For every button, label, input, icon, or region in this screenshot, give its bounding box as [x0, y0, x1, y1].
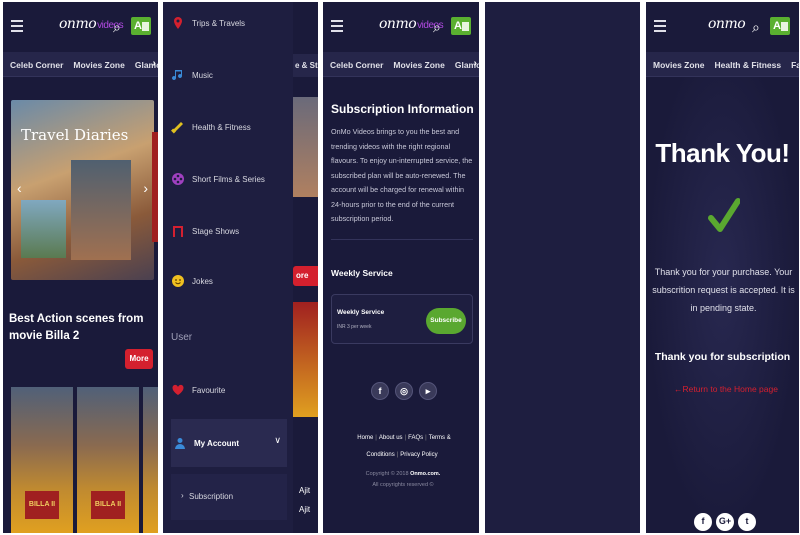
subscribe-button[interactable]: Subscribe: [426, 308, 466, 334]
facebook-icon[interactable]: f: [371, 382, 389, 400]
side-menu: Trips & Travels Music Health & Fitness S…: [163, 2, 293, 533]
chevron-right-icon[interactable]: ›: [153, 58, 156, 69]
category-tabs: Celeb CornerMovies ZoneGlamour & St ›: [323, 52, 479, 77]
chevron-right-icon[interactable]: ›: [474, 58, 477, 69]
tab-celeb-corner[interactable]: Celeb Corner: [3, 52, 66, 70]
tab-movies-zone[interactable]: Movies Zone: [66, 52, 127, 70]
next-card-peek: [152, 132, 158, 242]
return-home-link[interactable]: ←Return to the Home page: [674, 384, 778, 394]
movie-poster[interactable]: BILLA II: [11, 387, 73, 533]
carousel-prev-icon[interactable]: ‹: [17, 180, 22, 196]
video-title[interactable]: Best Action scenes from movie Billa 2: [9, 311, 154, 345]
music-note-icon: [171, 68, 185, 82]
google-plus-icon[interactable]: G+: [716, 513, 734, 531]
search-icon[interactable]: ⌕: [113, 19, 121, 36]
confirmation-subtitle: Thank you for subscription: [654, 351, 791, 363]
menu-item-short-films[interactable]: Short Films & Series: [171, 172, 265, 186]
blank-screen: [485, 2, 640, 533]
section-heading: Weekly Service: [331, 268, 393, 278]
carousel-thumbnail: [21, 200, 66, 258]
screenshot-collage: onmovideos ⌕ A Celeb Corner Movies Zone Gl…: [0, 0, 800, 535]
hamburger-menu-icon[interactable]: [11, 20, 23, 32]
poster-title-peek: Ajit: [299, 505, 311, 514]
plan-card: Weekly Service INR 3 per week Subscribe: [331, 294, 473, 344]
hamburger-menu-icon[interactable]: [331, 20, 343, 32]
menu-item-health[interactable]: Health & Fitness: [171, 120, 251, 134]
menu-item-jokes[interactable]: Jokes: [171, 274, 213, 288]
footer-link-home[interactable]: Home: [357, 435, 373, 441]
pin-icon: [171, 16, 185, 30]
user-icon: [173, 436, 187, 450]
page-title: Thank You!: [655, 138, 790, 168]
underlying-page-peek: e & St ore Ajit Ajit: [293, 2, 318, 533]
search-icon[interactable]: ⌕: [752, 19, 760, 36]
more-button[interactable]: More: [125, 349, 153, 369]
language-toggle[interactable]: A: [451, 17, 471, 35]
subscription-description: OnMo Videos brings to you the best and t…: [331, 127, 473, 223]
twitter-icon[interactable]: t: [738, 513, 756, 531]
menu-item-music[interactable]: Music: [171, 68, 213, 82]
divider: [331, 239, 473, 240]
social-links: f G+ t: [694, 513, 756, 531]
stage-icon: [171, 224, 185, 238]
instagram-icon[interactable]: ◎: [395, 382, 413, 400]
tab-movies-zone[interactable]: Movies Zone: [386, 52, 447, 70]
thank-you-screen: onmo ⌕ A Movies ZoneHealth & FitnessFait…: [646, 2, 799, 533]
language-toggle[interactable]: A: [131, 17, 151, 35]
menu-item-my-account[interactable]: My Account ∨: [171, 419, 287, 467]
film-reel-icon: [171, 172, 185, 186]
page-title: Subscription Information: [331, 102, 474, 116]
movie-poster[interactable]: BILLA II: [77, 387, 139, 533]
menu-item-trips[interactable]: Trips & Travels: [171, 16, 245, 30]
category-tabs: Celeb CornerMovies ZoneGlamour & St ›: [3, 52, 158, 77]
onmo-logo[interactable]: onmo: [708, 16, 746, 32]
confirmation-message: Thank you for your purchase. Your subscr…: [652, 267, 795, 313]
social-links: f ◎ ▸: [371, 382, 437, 400]
tab-faith[interactable]: Faith &: [784, 52, 799, 70]
menu-item-subscription[interactable]: › Subscription: [171, 474, 287, 520]
carousel-image: [71, 160, 131, 260]
top-bar: onmovideos ⌕ A: [323, 2, 479, 52]
arrow-left-icon: ←: [674, 384, 683, 394]
menu-item-stage-shows[interactable]: Stage Shows: [171, 224, 239, 238]
footer-links: Home | About us | FAQs | Terms & Conditions | Pr…: [357, 435, 451, 458]
carousel-next-icon[interactable]: ›: [143, 180, 148, 196]
top-bar: onmovideos ⌕ A: [3, 2, 158, 52]
home-screen: onmovideos ⌕ A Celeb Corner Movies Zone Gl…: [3, 2, 158, 533]
subscription-screen: onmovideos ⌕ A Celeb Corner Movies Zone Gl…: [323, 2, 479, 533]
youtube-icon[interactable]: ▸: [419, 382, 437, 400]
heart-icon: [171, 383, 185, 397]
checkmark-icon: [708, 196, 741, 236]
menu-item-favourite[interactable]: Favourite: [171, 383, 225, 397]
smiley-icon: [171, 274, 185, 288]
chevron-down-icon: ∨: [274, 435, 281, 445]
plan-price: INR 3 per week: [337, 324, 372, 330]
poster-peek: [293, 302, 318, 417]
copyright: Copyright © 2018 Onmo.com. All copyright…: [365, 471, 441, 488]
dumbbell-icon: [171, 120, 185, 134]
top-bar: onmo ⌕ A: [646, 2, 799, 52]
tab-celeb-corner[interactable]: Celeb Corner: [323, 52, 386, 70]
poster-title-peek: Ajit: [299, 486, 311, 495]
footer-link-about[interactable]: About us: [379, 435, 403, 441]
plan-name: Weekly Service: [337, 309, 385, 316]
featured-carousel[interactable]: Travel Diaries ‹ ›: [11, 100, 154, 280]
carousel-title: Travel Diaries: [21, 126, 129, 144]
footer-link-faqs[interactable]: FAQs: [408, 435, 423, 441]
category-tab-peek: e & St: [293, 54, 318, 77]
hamburger-menu-icon[interactable]: [654, 20, 666, 32]
chevron-right-icon: ›: [181, 491, 184, 500]
search-icon[interactable]: ⌕: [433, 19, 441, 36]
more-button-peek: ore: [293, 266, 318, 286]
tab-health-fitness[interactable]: Health & Fitness: [707, 52, 784, 70]
language-toggle[interactable]: A: [770, 17, 790, 35]
category-tabs: Movies ZoneHealth & FitnessFaith &: [646, 52, 799, 77]
footer-link-privacy[interactable]: Privacy Policy: [400, 452, 437, 458]
tab-movies-zone[interactable]: Movies Zone: [646, 52, 707, 70]
movie-poster-peek[interactable]: [143, 387, 158, 533]
user-section-heading: User: [171, 332, 193, 343]
carousel-peek: [293, 97, 318, 197]
side-menu-screen: Trips & Travels Music Health & Fitness S…: [163, 2, 318, 533]
facebook-icon[interactable]: f: [694, 513, 712, 531]
